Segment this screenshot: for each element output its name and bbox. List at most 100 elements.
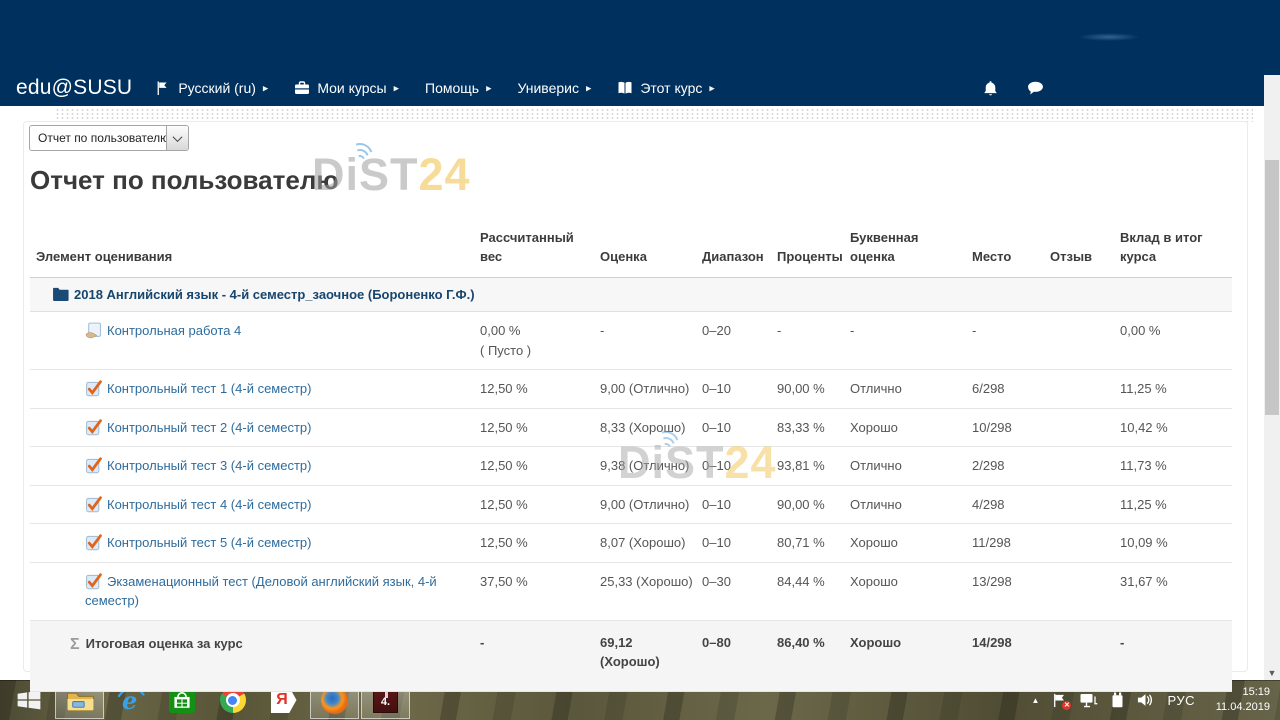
messages-button[interactable] [1027, 80, 1044, 97]
grade-item-link[interactable]: Контрольный тест 1 (4-й семестр) [107, 381, 311, 396]
scrollbar-track[interactable]: ▼ [1264, 75, 1280, 680]
col-contribution: Вклад в итог курса [1120, 225, 1232, 277]
site-header: edu@SUSU Русский (ru) Мои курсы Помощь Унив… [0, 0, 1280, 106]
report-type-select[interactable]: Отчет по пользователю [29, 125, 189, 151]
nav-menu: Русский (ru) Мои курсы Помощь Универис Этот … [155, 80, 740, 96]
nav-help[interactable]: Помощь [425, 80, 491, 96]
quiz-icon [85, 380, 102, 397]
range-cell: 0–10 [702, 524, 777, 563]
quiz-icon [85, 496, 102, 513]
percent-cell: 90,00 % [777, 485, 850, 524]
language-indicator[interactable]: РУС [1167, 693, 1195, 708]
feedback-cell [1050, 524, 1120, 563]
network-icon[interactable] [1080, 693, 1098, 708]
header-glare [1078, 33, 1140, 41]
table-row: Контрольная работа 40,00 %( Пусто )-0–20… [30, 312, 1232, 370]
chevron-down-icon [173, 132, 183, 142]
nav-univeris[interactable]: Универис [517, 80, 591, 96]
grade-item-link[interactable]: Контрольный тест 3 (4-й семестр) [107, 458, 311, 473]
contribution-cell: 10,09 % [1120, 524, 1232, 563]
briefcase-icon [294, 80, 310, 96]
grade-item-link[interactable]: Экзаменационный тест (Деловой английский… [85, 574, 437, 609]
select-dropdown-button[interactable] [166, 126, 188, 150]
item-name-cell: Контрольный тест 2 (4-й семестр) [30, 408, 480, 447]
flag-alert-icon[interactable] [1052, 693, 1067, 708]
letter-cell: Отлично [850, 370, 972, 409]
weight-cell: 12,50 % [480, 370, 600, 409]
rank-cell: 6/298 [972, 370, 1050, 409]
range-cell: 0–80 [702, 620, 777, 691]
bell-icon [982, 80, 999, 97]
volume-icon[interactable] [1137, 692, 1154, 708]
weight-cell: 12,50 % [480, 485, 600, 524]
percent-cell: 86,40 % [777, 620, 850, 691]
range-cell: 0–30 [702, 562, 777, 620]
quiz-icon [85, 457, 102, 474]
scrollbar-down-arrow[interactable]: ▼ [1264, 668, 1280, 678]
col-grade-item: Элемент оценивания [30, 225, 480, 277]
grade-cell: 9,38 (Отлично) [600, 447, 702, 486]
col-feedback: Отзыв [1050, 225, 1120, 277]
col-percent: Проценты [777, 225, 850, 277]
quiz-icon [85, 534, 102, 551]
grade-cell: 9,00 (Отлично) [600, 370, 702, 409]
letter-cell: Отлично [850, 447, 972, 486]
battery-icon[interactable] [1111, 692, 1124, 708]
chat-icon [1027, 80, 1044, 97]
col-rank: Место [972, 225, 1050, 277]
item-name-cell: Контрольный тест 1 (4-й семестр) [30, 370, 480, 409]
grade-item-link[interactable]: Контрольный тест 2 (4-й семестр) [107, 420, 311, 435]
nav-language[interactable]: Русский (ru) [155, 80, 268, 96]
table-header-row: Элемент оценивания Рассчитанный вес Оцен… [30, 225, 1232, 277]
site-logo[interactable]: edu@SUSU [16, 76, 132, 100]
nav-my-courses[interactable]: Мои курсы [294, 80, 399, 96]
book-icon [617, 80, 633, 96]
course-total-row: ΣИтоговая оценка за курс - 69,12(Хорошо)… [30, 620, 1232, 691]
quiz-icon [85, 573, 102, 590]
page-title: Отчет по пользователю [30, 165, 339, 196]
range-cell: 0–10 [702, 485, 777, 524]
range-cell: 0–10 [702, 408, 777, 447]
nav-actions [982, 80, 1044, 97]
contribution-cell: 11,25 % [1120, 370, 1232, 409]
assignment-icon [85, 322, 102, 339]
nav-this-course[interactable]: Этот курс [617, 80, 714, 96]
contribution-cell: 0,00 % [1120, 312, 1232, 370]
nav-item-label: Русский (ru) [178, 80, 256, 96]
feedback-cell [1050, 370, 1120, 409]
category-link[interactable]: 2018 Английский язык - 4-й семестр_заочн… [74, 287, 475, 302]
range-cell: 0–10 [702, 370, 777, 409]
feedback-cell [1050, 620, 1120, 691]
table-row: Контрольный тест 3 (4-й семестр)12,50 %9… [30, 447, 1232, 486]
grade-item-link[interactable]: Контрольная работа 4 [107, 323, 241, 338]
item-name-cell: Контрольный тест 4 (4-й семестр) [30, 485, 480, 524]
contribution-cell: 11,73 % [1120, 447, 1232, 486]
rank-cell: 10/298 [972, 408, 1050, 447]
grade-item-link[interactable]: Контрольный тест 5 (4-й семестр) [107, 535, 311, 550]
grade-item-link[interactable]: Контрольный тест 4 (4-й семестр) [107, 497, 311, 512]
scrollbar-thumb[interactable] [1265, 160, 1279, 415]
grade-cell: 8,33 (Хорошо) [600, 408, 702, 447]
item-name-cell: Контрольная работа 4 [30, 312, 480, 370]
rank-cell: 4/298 [972, 485, 1050, 524]
grade-cell: 8,07 (Хорошо) [600, 524, 702, 563]
report-type-value: Отчет по пользователю [30, 131, 166, 145]
weight-cell: 12,50 % [480, 524, 600, 563]
feedback-cell [1050, 447, 1120, 486]
letter-cell: Хорошо [850, 408, 972, 447]
item-name-cell: Экзаменационный тест (Деловой английский… [30, 562, 480, 620]
sigma-icon: Σ [70, 636, 86, 651]
range-cell: 0–20 [702, 312, 777, 370]
notifications-button[interactable] [982, 80, 999, 97]
rank-cell: 2/298 [972, 447, 1050, 486]
grade-report-table: Элемент оценивания Рассчитанный вес Оцен… [30, 225, 1232, 692]
table-row: Контрольный тест 5 (4-й семестр) 12,50 %8… [30, 524, 1232, 563]
tray-expand-button[interactable]: ▲ [1032, 696, 1040, 705]
dotted-texture [55, 108, 1253, 122]
feedback-cell [1050, 408, 1120, 447]
contribution-cell: 11,25 % [1120, 485, 1232, 524]
weight-cell: 12,50 % [480, 408, 600, 447]
letter-cell: Отлично [850, 485, 972, 524]
weight-cell: - [480, 620, 600, 691]
weight-cell: 37,50 % [480, 562, 600, 620]
